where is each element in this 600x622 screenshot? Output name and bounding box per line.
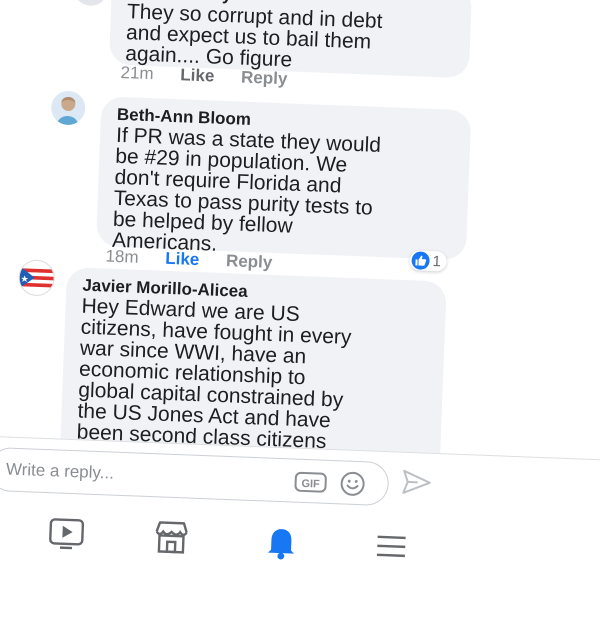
comment-time[interactable]: 18m [105,247,139,267]
comment-time[interactable]: 21m [120,63,154,83]
reaction-number: 1 [432,252,442,270]
avatar[interactable] [17,259,56,297]
bottom-navigation [0,500,600,585]
avatar-image [56,96,79,126]
like-button[interactable]: Like [180,65,215,85]
comment-bubble: Beth-Ann Bloom If PR was a state they wo… [95,96,472,261]
marketplace-icon[interactable] [151,517,193,559]
reaction-count[interactable]: 1 [409,250,448,272]
reply-input-placeholder: Write a reply... [5,459,115,483]
avatar[interactable] [73,0,109,7]
like-button[interactable]: Like [165,249,200,269]
reply-composer: Write a reply... GIF [0,435,600,622]
notifications-icon[interactable] [261,521,303,563]
menu-icon[interactable] [371,526,413,568]
gif-button[interactable]: GIF [294,471,328,493]
emoji-icon[interactable] [339,470,366,497]
reply-input[interactable]: Write a reply... GIF [0,446,390,507]
avatar[interactable] [50,90,86,126]
thumbs-up-icon [411,251,430,270]
send-icon[interactable] [401,469,432,496]
comment-text: If PR was a state they would be #29 in p… [111,123,382,256]
reply-button[interactable]: Reply [241,68,288,89]
watch-icon[interactable] [46,513,88,555]
flag-avatar-image [19,266,54,289]
reply-button[interactable]: Reply [226,251,273,272]
